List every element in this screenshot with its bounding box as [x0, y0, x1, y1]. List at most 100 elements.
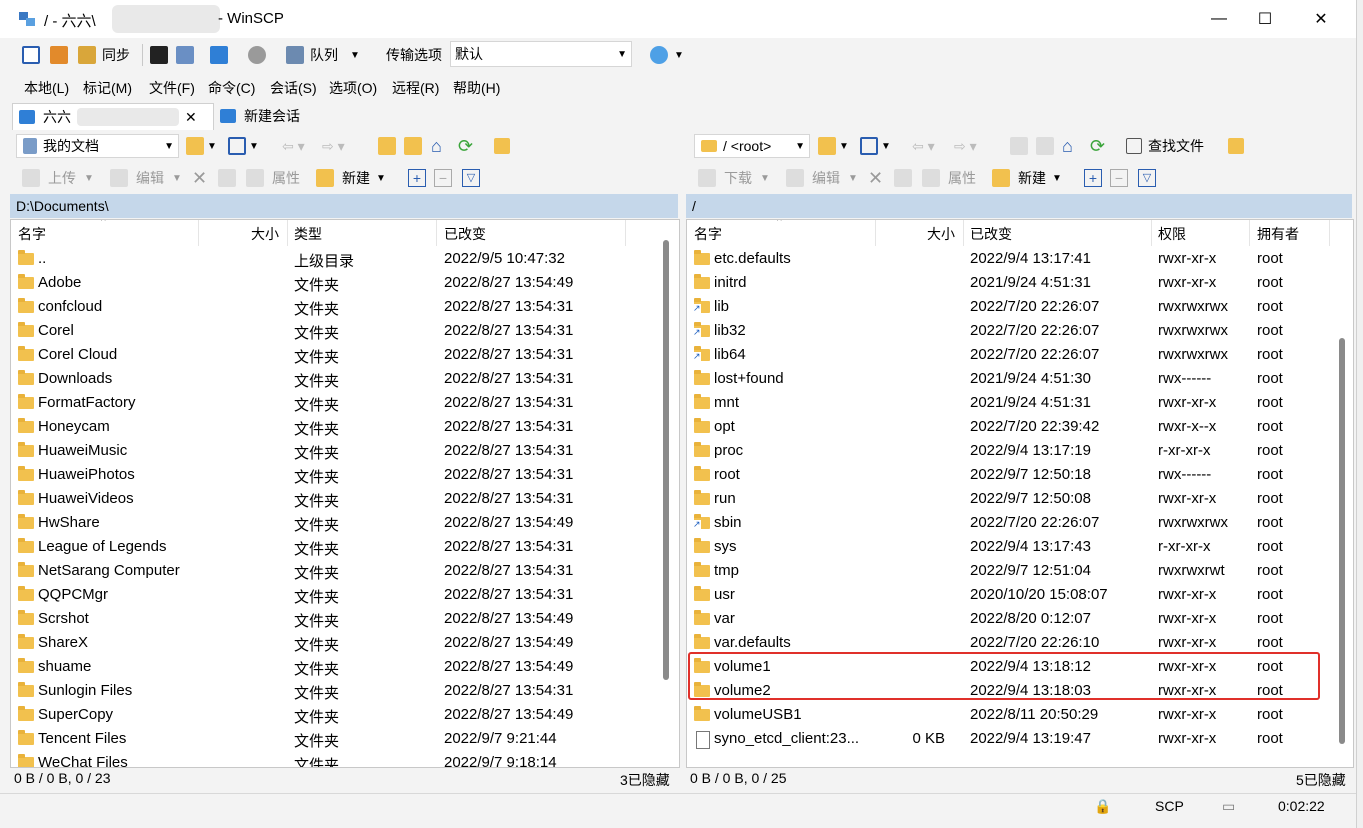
menu-mark[interactable]: 标记(M): [83, 78, 132, 98]
right-scrollbar[interactable]: [1339, 338, 1345, 744]
menu-session[interactable]: 会话(S): [270, 78, 317, 98]
table-row[interactable]: FormatFactory 文件夹 2022/8/27 13:54:31: [11, 391, 651, 415]
left-home-button[interactable]: ⌂: [431, 134, 442, 158]
col-size[interactable]: 大小: [927, 224, 955, 244]
left-parent-dir-button[interactable]: [378, 134, 396, 158]
transfer-options-select[interactable]: 默认 ▼: [450, 41, 632, 67]
table-row[interactable]: root 2022/9/7 12:50:18 rwx------ root: [687, 463, 1327, 487]
left-edit-button[interactable]: 编辑 ▼: [110, 166, 182, 190]
right-back-button[interactable]: ⇦ ▾: [912, 134, 935, 158]
left-open-folder-button[interactable]: ▼: [186, 134, 217, 158]
table-row[interactable]: shuame 文件夹 2022/8/27 13:54:49: [11, 655, 651, 679]
menu-command[interactable]: 命令(C): [208, 78, 255, 98]
table-row[interactable]: etc.defaults 2022/9/4 13:17:41 rwxr-xr-x ro…: [687, 247, 1327, 271]
open-dir-button[interactable]: [210, 43, 228, 67]
right-rename-button[interactable]: [894, 166, 912, 190]
right-filter-select-button[interactable]: ▽: [1138, 166, 1156, 190]
right-new-button[interactable]: 新建 ▼: [992, 166, 1062, 190]
right-home-button[interactable]: ⌂: [1062, 134, 1073, 158]
menu-file[interactable]: 文件(F): [149, 78, 195, 98]
table-row[interactable]: proc 2022/9/4 13:17:19 r-xr-xr-x root: [687, 439, 1327, 463]
table-row[interactable]: SuperCopy 文件夹 2022/8/27 13:54:49: [11, 703, 651, 727]
right-location-select[interactable]: / <root> ▼: [694, 134, 810, 158]
left-new-button[interactable]: 新建 ▼: [316, 166, 386, 190]
right-parent-dir-button[interactable]: [1010, 134, 1028, 158]
left-root-dir-button[interactable]: [404, 134, 422, 158]
right-unselect-button[interactable]: −: [1110, 166, 1128, 190]
table-row[interactable]: League of Legends 文件夹 2022/8/27 13:54:31: [11, 535, 651, 559]
left-back-button[interactable]: ⇦ ▾: [282, 134, 305, 158]
left-path-bar[interactable]: D:\Documents\: [10, 194, 678, 218]
table-row[interactable]: HuaweiMusic 文件夹 2022/8/27 13:54:31: [11, 439, 651, 463]
menu-local[interactable]: 本地(L): [24, 78, 69, 98]
table-row[interactable]: Sunlogin Files 文件夹 2022/8/27 13:54:31: [11, 679, 651, 703]
table-row[interactable]: Adobe 文件夹 2022/8/27 13:54:49: [11, 271, 651, 295]
left-filter-button[interactable]: ▼: [228, 134, 259, 158]
compare-dirs-button[interactable]: [22, 43, 40, 67]
col-changed[interactable]: 已改变: [444, 224, 486, 244]
menu-remote[interactable]: 远程(R): [392, 78, 439, 98]
close-tab-icon[interactable]: ✕: [185, 109, 197, 126]
table-row[interactable]: usr 2020/10/20 15:08:07 rwxr-xr-x root: [687, 583, 1327, 607]
menu-options[interactable]: 选项(O): [329, 78, 377, 98]
left-properties-button[interactable]: 属性: [246, 166, 300, 190]
close-window-button[interactable]: ✕: [1298, 0, 1344, 38]
sync-button[interactable]: 同步: [78, 43, 130, 67]
tab-new-session[interactable]: 新建会话: [220, 103, 300, 129]
sync-browse-button[interactable]: [50, 43, 68, 67]
left-filter-select-button[interactable]: ▽: [462, 166, 480, 190]
console-button[interactable]: [150, 43, 168, 67]
table-row[interactable]: HuaweiVideos 文件夹 2022/8/27 13:54:31: [11, 487, 651, 511]
find-files-button[interactable]: 查找文件: [1126, 134, 1204, 158]
table-row[interactable]: lost+found 2021/9/24 4:51:30 rwx------ root: [687, 367, 1327, 391]
right-open-folder-button[interactable]: ▼: [818, 134, 849, 158]
table-row[interactable]: ShareX 文件夹 2022/8/27 13:54:49: [11, 631, 651, 655]
table-row[interactable]: Tencent Files 文件夹 2022/9/7 9:21:44: [11, 727, 651, 751]
table-row[interactable]: Corel Cloud 文件夹 2022/8/27 13:54:31: [11, 343, 651, 367]
table-row[interactable]: run 2022/9/7 12:50:08 rwxr-xr-x root: [687, 487, 1327, 511]
right-edit-button[interactable]: 编辑 ▼: [786, 166, 858, 190]
left-scrollbar[interactable]: [663, 240, 669, 680]
right-select-all-button[interactable]: +: [1084, 166, 1102, 190]
table-row[interactable]: var 2022/8/20 0:12:07 rwxr-xr-x root: [687, 607, 1327, 631]
table-row[interactable]: HwShare 文件夹 2022/8/27 13:54:49: [11, 511, 651, 535]
right-bookmark-button[interactable]: [1228, 134, 1244, 158]
col-size[interactable]: 大小: [251, 224, 279, 244]
table-row[interactable]: confcloud 文件夹 2022/8/27 13:54:31: [11, 295, 651, 319]
col-type[interactable]: 类型: [294, 224, 322, 244]
transfer-settings-button[interactable]: ▼: [650, 43, 684, 67]
download-button[interactable]: 下载 ▼: [698, 166, 770, 190]
maximize-button[interactable]: ☐: [1242, 0, 1288, 38]
putty-button[interactable]: [176, 43, 194, 67]
right-forward-button[interactable]: ⇨ ▾: [954, 134, 977, 158]
col-owner[interactable]: 拥有者: [1257, 224, 1299, 244]
table-row[interactable]: mnt 2021/9/24 4:51:31 rwxr-xr-x root: [687, 391, 1327, 415]
table-row[interactable]: HuaweiPhotos 文件夹 2022/8/27 13:54:31: [11, 463, 651, 487]
right-root-dir-button[interactable]: [1036, 134, 1054, 158]
table-row[interactable]: tmp 2022/9/7 12:51:04 rwxrwxrwt root: [687, 559, 1327, 583]
table-row[interactable]: Honeycam 文件夹 2022/8/27 13:54:31: [11, 415, 651, 439]
left-location-select[interactable]: 我的文档 ▼: [16, 134, 179, 158]
menu-help[interactable]: 帮助(H): [453, 78, 500, 98]
table-row[interactable]: initrd 2021/9/24 4:51:31 rwxr-xr-x root: [687, 271, 1327, 295]
table-row[interactable]: .. 上级目录 2022/9/5 10:47:32: [11, 247, 651, 271]
table-row[interactable]: NetSarang Computer 文件夹 2022/8/27 13:54:31: [11, 559, 651, 583]
minimize-button[interactable]: —: [1196, 0, 1242, 38]
left-file-panel[interactable]: 名字 ^ 大小 类型 已改变 .. 上级目录 2022/9/5 10:47:32 Ad…: [10, 219, 680, 768]
right-path-bar[interactable]: /: [686, 194, 1352, 218]
left-forward-button[interactable]: ⇨ ▾: [322, 134, 345, 158]
left-bookmark-button[interactable]: [494, 134, 510, 158]
right-refresh-button[interactable]: ⟳: [1090, 134, 1105, 158]
col-name[interactable]: 名字: [18, 224, 46, 244]
table-row[interactable]: syno_etcd_client:23... 0 KB 2022/9/4 13:19…: [687, 727, 1327, 751]
col-changed[interactable]: 已改变: [970, 224, 1012, 244]
table-row[interactable]: lib32 2022/7/20 22:26:07 rwxrwxrwx root: [687, 319, 1327, 343]
table-row[interactable]: Scrshot 文件夹 2022/8/27 13:54:49: [11, 607, 651, 631]
right-filter-button[interactable]: ▼: [860, 134, 891, 158]
col-name[interactable]: 名字: [694, 224, 722, 244]
table-row[interactable]: QQPCMgr 文件夹 2022/8/27 13:54:31: [11, 583, 651, 607]
preferences-button[interactable]: [248, 43, 266, 67]
table-row[interactable]: sys 2022/9/4 13:17:43 r-xr-xr-x root: [687, 535, 1327, 559]
tab-session[interactable]: 六六 ✕: [12, 103, 214, 130]
table-row[interactable]: lib64 2022/7/20 22:26:07 rwxrwxrwx root: [687, 343, 1327, 367]
